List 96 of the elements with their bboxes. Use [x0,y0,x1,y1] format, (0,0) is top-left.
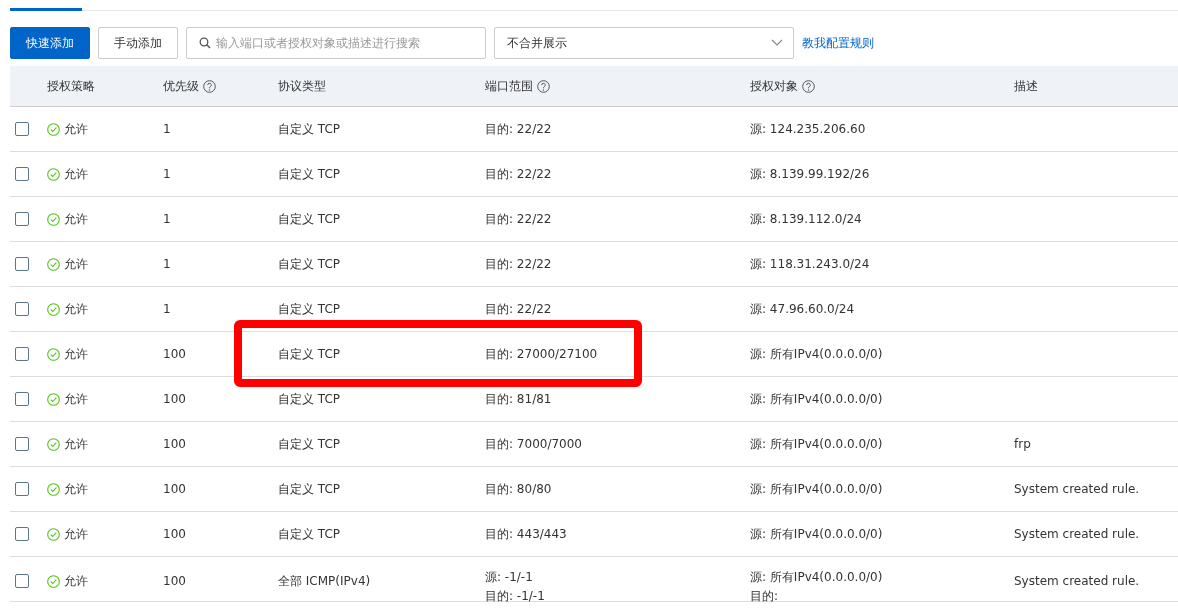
table-cell: 全部 ICMP(IPv4) [278,572,371,590]
table-cell: 自定义 TCP [278,255,341,273]
column-header: 授权对象 [750,77,798,95]
search-field[interactable]: 输入端口或者授权对象或描述进行搜索 [186,27,486,59]
config-help-link[interactable]: 教我配置规则 [802,34,874,52]
column-header: 描述 [1014,77,1038,95]
table-cell: 100 [163,527,186,541]
table-cell: 自定义 TCP [278,300,341,318]
table-cell: 目的: 80/80 [485,481,552,498]
table-cell: 源: 所有IPv4(0.0.0.0/0) [750,436,883,453]
row-checkbox[interactable] [15,482,29,496]
check-circle-icon [47,167,60,181]
check-circle-icon [47,574,60,588]
policy-text: 允许 [64,210,88,228]
table-cell: 源: 所有IPv4(0.0.0.0/0) [750,526,883,543]
policy-text: 允许 [64,525,88,543]
table-cell: 自定义 TCP [278,390,341,408]
check-circle-icon [47,302,60,316]
row-checkbox[interactable] [15,347,29,361]
table-cell: 1 [163,167,171,181]
policy-text: 允许 [64,572,88,590]
check-circle-icon [47,482,60,496]
check-circle-icon [47,122,60,136]
table-cell: 100 [163,574,186,588]
check-circle-icon [47,347,60,361]
policy-text: 允许 [64,300,88,318]
policy-text: 允许 [64,480,88,498]
quick-add-button[interactable]: 快速添加 [10,27,90,59]
table-cell: 源: 47.96.60.0/24 [750,301,855,318]
table-cell: 自定义 TCP [278,435,341,453]
column-header: 协议类型 [278,77,326,95]
table-cell: 源: 124.235.206.60 [750,121,866,138]
policy-text: 允许 [64,390,88,408]
table-cell: 源: 118.31.243.0/24 [750,256,870,273]
table-cell: 源: 8.139.112.0/24 [750,211,862,228]
table-cell: 自定义 TCP [278,345,341,363]
table-cell: 1 [163,212,171,226]
check-circle-icon [47,437,60,451]
check-circle-icon [47,212,60,226]
column-header: 授权策略 [47,77,95,95]
table-cell: 目的: [750,588,779,605]
table-cell: 源: 8.139.99.192/26 [750,166,870,183]
table-cell: 1 [163,302,171,316]
row-checkbox[interactable] [15,212,29,226]
row-checkbox[interactable] [15,167,29,181]
table-cell: frp [1014,437,1031,451]
policy-text: 允许 [64,120,88,138]
table-cell: 100 [163,347,186,361]
table-cell: System created rule. [1014,574,1140,588]
row-checkbox[interactable] [15,257,29,271]
row-checkbox[interactable] [15,437,29,451]
policy-text: 允许 [64,255,88,273]
active-tab-underline [10,8,82,11]
display-mode-select[interactable]: 不合并展示 [494,27,794,59]
table-cell: 目的: 22/22 [485,301,552,318]
table-cell: 自定义 TCP [278,210,341,228]
check-circle-icon [47,257,60,271]
table-cell: 自定义 TCP [278,120,341,138]
table-cell: 源: -1/-1 [485,569,533,586]
manual-add-button[interactable]: 手动添加 [98,27,178,59]
table-cell: 100 [163,392,186,406]
table-cell: 100 [163,482,186,496]
policy-text: 允许 [64,345,88,363]
table-cell: System created rule. [1014,482,1140,496]
check-circle-icon [47,392,60,406]
table-cell: 源: 所有IPv4(0.0.0.0/0) [750,481,883,498]
table-cell: 目的: 27000/27100 [485,346,598,363]
table-cell: 目的: 22/22 [485,211,552,228]
table-cell: 目的: 443/443 [485,526,567,543]
table-cell: 源: 所有IPv4(0.0.0.0/0) [750,569,883,586]
row-checkbox[interactable] [15,392,29,406]
chevron-down-icon [771,39,783,47]
table-cell: 源: 所有IPv4(0.0.0.0/0) [750,391,883,408]
row-checkbox[interactable] [15,302,29,316]
row-checkbox[interactable] [15,574,29,588]
table-cell: 目的: 22/22 [485,166,552,183]
column-header: 优先级 [163,77,199,95]
check-circle-icon [47,527,60,541]
table-cell: 目的: 7000/7000 [485,436,582,453]
row-checkbox[interactable] [15,527,29,541]
table-cell: 自定义 TCP [278,480,341,498]
column-header: 端口范围 [485,77,533,95]
table-cell: 1 [163,122,171,136]
policy-text: 允许 [64,165,88,183]
table-cell: 目的: 22/22 [485,256,552,273]
table-cell: 目的: 22/22 [485,121,552,138]
table-cell: System created rule. [1014,527,1140,541]
table-cell: 自定义 TCP [278,165,341,183]
table-cell: 1 [163,257,171,271]
table-cell: 目的: 81/81 [485,391,552,408]
table-cell: 源: 所有IPv4(0.0.0.0/0) [750,346,883,363]
table-cell: 自定义 TCP [278,525,341,543]
table-cell: 100 [163,437,186,451]
row-checkbox[interactable] [15,122,29,136]
table-cell: 目的: -1/-1 [485,588,545,605]
policy-text: 允许 [64,435,88,453]
